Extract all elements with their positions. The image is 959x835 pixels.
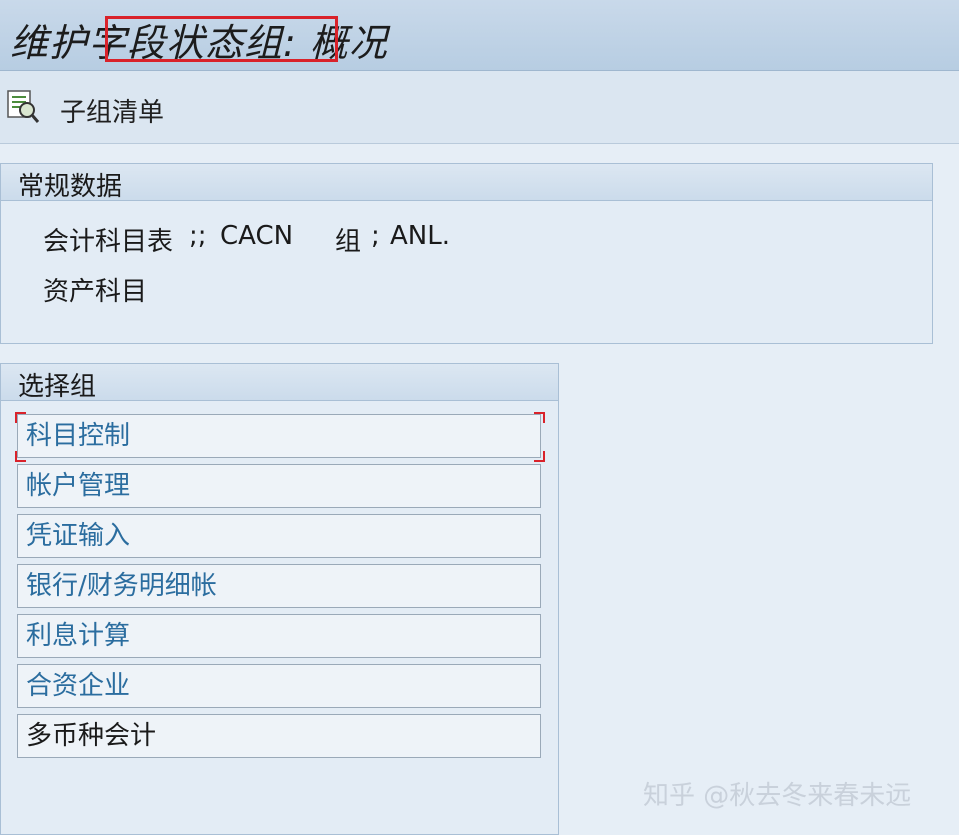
focus-corner-bottom-left xyxy=(15,451,26,462)
group-value: ANL. xyxy=(390,221,450,251)
focus-corner-top-right xyxy=(534,412,545,423)
group-button-bank-financial-details[interactable]: 银行/财务明细帐 xyxy=(17,564,541,608)
group-button-interest-calculation[interactable]: 利息计算 xyxy=(17,614,541,658)
group-button-joint-venture[interactable]: 合资企业 xyxy=(17,664,541,708)
selection-groups-panel: 选择组 科目控制 帐户管理 凭证输入 银行/财务明细帐 利息计算 合资企业 多币… xyxy=(0,363,559,835)
general-data-panel: 常规数据 会计科目表 ;; CACN 组 ; ANL. 资产科目 xyxy=(0,163,933,344)
focus-corner-bottom-right xyxy=(534,451,545,462)
group-button-document-entry[interactable]: 凭证输入 xyxy=(17,514,541,558)
general-data-header: 常规数据 xyxy=(1,164,932,202)
chart-of-accounts-label: 会计科目表 xyxy=(43,227,174,257)
selection-groups-header: 选择组 xyxy=(1,364,558,402)
group-separator: ; xyxy=(371,221,380,251)
chart-of-accounts-value: CACN xyxy=(220,221,294,251)
group-description: 资产科目 xyxy=(43,277,148,307)
document-magnifier-icon[interactable] xyxy=(5,88,41,126)
title-bar: 维护字段状态组: 概况 xyxy=(0,0,959,71)
group-button-multi-currency[interactable]: 多币种会计 xyxy=(17,714,541,758)
general-data-title: 常规数据 xyxy=(18,172,123,202)
chart-of-accounts-separator: ;; xyxy=(189,221,207,251)
selection-groups-title: 选择组 xyxy=(18,372,97,402)
group-button-account-control[interactable]: 科目控制 xyxy=(17,414,541,458)
subgroup-list-button[interactable]: 子组清单 xyxy=(60,92,164,129)
focus-corner-top-left xyxy=(15,412,26,423)
group-label: 组 xyxy=(335,227,362,257)
watermark: 知乎 @秋去冬来春未远 xyxy=(643,781,912,811)
group-button-account-management[interactable]: 帐户管理 xyxy=(17,464,541,508)
title-highlight-box xyxy=(105,16,338,62)
